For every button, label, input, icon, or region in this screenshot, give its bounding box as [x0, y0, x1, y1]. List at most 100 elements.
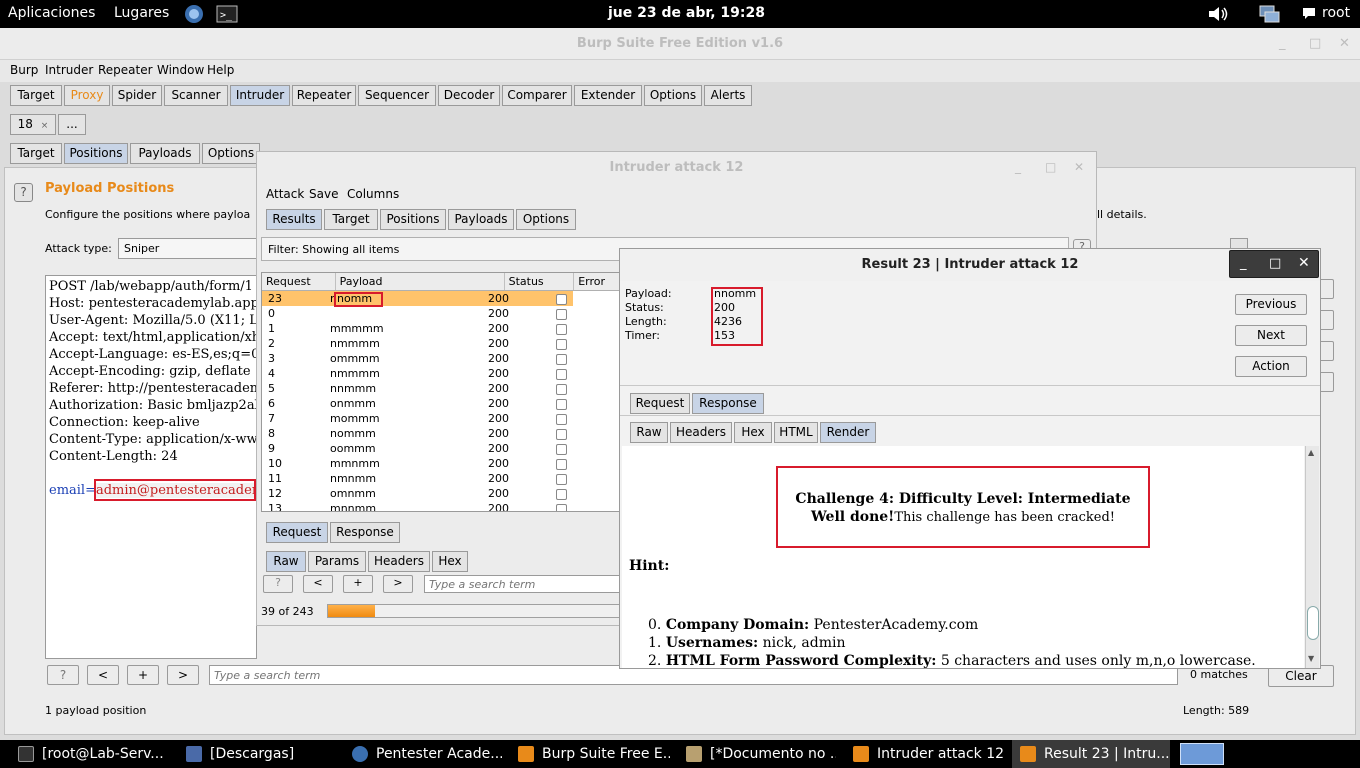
error-checkbox[interactable]: [556, 368, 567, 380]
table-row[interactable]: 11 nmnmm 200: [262, 471, 573, 486]
maximize-button[interactable]: □: [1045, 160, 1056, 174]
error-checkbox[interactable]: [556, 488, 567, 500]
col-status[interactable]: Status: [505, 273, 575, 290]
error-checkbox[interactable]: [556, 308, 567, 320]
subtab-options[interactable]: Options: [202, 143, 260, 164]
result-tab-response[interactable]: Response: [692, 393, 764, 414]
error-cell[interactable]: [540, 381, 573, 396]
view-tab-hex[interactable]: Hex: [734, 422, 772, 443]
tab-options[interactable]: Options: [644, 85, 702, 106]
close-button[interactable]: ✕: [1339, 36, 1350, 51]
col-error[interactable]: Error: [574, 273, 620, 290]
tab-extender[interactable]: Extender: [574, 85, 642, 106]
view-tab-headers[interactable]: Headers: [670, 422, 732, 443]
error-checkbox[interactable]: [556, 473, 567, 485]
table-row[interactable]: 23 nnomm 200: [262, 291, 573, 306]
attack-view-tab-params[interactable]: Params: [308, 551, 366, 572]
add-button[interactable]: +: [127, 665, 159, 685]
request-editor[interactable]: POST /lab/webapp/auth/form/1 H Host: pen…: [45, 275, 257, 659]
browser-launcher-icon[interactable]: [184, 4, 204, 24]
table-row[interactable]: 4 nmmmm 200: [262, 366, 573, 381]
menu-window[interactable]: Window: [157, 63, 204, 77]
col-request[interactable]: Request: [262, 273, 336, 290]
tab-spider[interactable]: Spider: [112, 85, 162, 106]
previous-match-button[interactable]: <: [87, 665, 119, 685]
terminal-launcher-icon[interactable]: >_: [216, 4, 238, 24]
menu-save[interactable]: Save: [309, 187, 338, 201]
next-match-button[interactable]: >: [383, 575, 413, 593]
error-checkbox[interactable]: [556, 383, 567, 395]
tab-intruder[interactable]: Intruder: [230, 85, 290, 106]
attack-search-input[interactable]: [424, 575, 624, 593]
tab-target[interactable]: Target: [10, 85, 62, 106]
menu-repeater[interactable]: Repeater: [98, 63, 153, 77]
error-cell[interactable]: [540, 501, 573, 511]
attack-tab-results[interactable]: Results: [266, 209, 322, 230]
tab-repeater[interactable]: Repeater: [292, 85, 356, 106]
minimize-button[interactable]: _: [1240, 256, 1247, 271]
error-cell[interactable]: [540, 396, 573, 411]
task-documento[interactable]: [*Documento no ...: [686, 740, 836, 768]
task-intruder-attack[interactable]: Intruder attack 12: [853, 740, 1003, 768]
error-cell[interactable]: [540, 306, 573, 321]
error-checkbox[interactable]: [556, 458, 567, 470]
subtab-payloads[interactable]: Payloads: [130, 143, 200, 164]
task-descargas[interactable]: [Descargas]: [186, 740, 336, 768]
error-cell[interactable]: [540, 426, 573, 441]
col-payload[interactable]: Payload: [336, 273, 505, 290]
tab-sequencer[interactable]: Sequencer: [358, 85, 436, 106]
error-checkbox[interactable]: [556, 398, 567, 410]
error-checkbox[interactable]: [556, 428, 567, 440]
attack-tab-options[interactable]: Options: [516, 209, 576, 230]
attack-tab-payloads[interactable]: Payloads: [448, 209, 514, 230]
view-tab-raw[interactable]: Raw: [630, 422, 668, 443]
error-cell[interactable]: [540, 351, 573, 366]
error-cell[interactable]: [540, 456, 573, 471]
table-row[interactable]: 6 onmmm 200: [262, 396, 573, 411]
task-pentester-academy[interactable]: Pentester Acade...: [352, 740, 502, 768]
menu-attack[interactable]: Attack: [266, 187, 304, 201]
tab-new-attack[interactable]: ...: [58, 114, 86, 135]
table-row[interactable]: 3 ommmm 200: [262, 351, 573, 366]
help-icon[interactable]: ?: [14, 183, 33, 202]
tab-proxy[interactable]: Proxy: [64, 85, 110, 106]
error-checkbox[interactable]: [556, 338, 567, 350]
error-checkbox[interactable]: [556, 503, 567, 511]
places-menu[interactable]: Lugares: [114, 5, 169, 21]
close-button[interactable]: ✕: [1298, 255, 1310, 271]
user-menu[interactable]: root: [1322, 5, 1350, 21]
result-tab-request[interactable]: Request: [630, 393, 690, 414]
tab-attack-18[interactable]: 18 ×: [10, 114, 56, 135]
error-checkbox[interactable]: [556, 323, 567, 335]
close-tab-icon[interactable]: ×: [41, 121, 49, 131]
table-row[interactable]: 8 nommm 200: [262, 426, 573, 441]
error-checkbox[interactable]: [556, 293, 567, 305]
attack-type-select[interactable]: Sniper: [118, 238, 258, 259]
table-row[interactable]: 2 nmmmm 200: [262, 336, 573, 351]
error-checkbox[interactable]: [556, 353, 567, 365]
maximize-button[interactable]: □: [1309, 36, 1321, 51]
error-cell[interactable]: [540, 291, 573, 306]
add-button[interactable]: +: [343, 575, 373, 593]
attack-view-tab-raw[interactable]: Raw: [266, 551, 306, 572]
attack-req-tab-request[interactable]: Request: [266, 522, 328, 543]
error-cell[interactable]: [540, 366, 573, 381]
minimize-button[interactable]: _: [1279, 36, 1286, 51]
error-cell[interactable]: [540, 321, 573, 336]
volume-icon[interactable]: [1207, 4, 1228, 24]
menu-intruder[interactable]: Intruder: [45, 63, 93, 77]
table-row[interactable]: 7 mommm 200: [262, 411, 573, 426]
network-icon[interactable]: [1258, 4, 1280, 24]
attack-tab-target[interactable]: Target: [324, 209, 378, 230]
error-checkbox[interactable]: [556, 443, 567, 455]
error-cell[interactable]: [540, 486, 573, 501]
next-match-button[interactable]: >: [167, 665, 199, 685]
error-cell[interactable]: [540, 336, 573, 351]
attack-view-tab-hex[interactable]: Hex: [432, 551, 468, 572]
tab-decoder[interactable]: Decoder: [438, 85, 500, 106]
render-scrollbar[interactable]: ▲ ▼: [1305, 446, 1319, 668]
view-tab-html[interactable]: HTML: [774, 422, 818, 443]
minimize-button[interactable]: _: [1015, 160, 1021, 174]
close-button[interactable]: ✕: [1074, 160, 1084, 174]
attack-view-tab-headers[interactable]: Headers: [368, 551, 430, 572]
